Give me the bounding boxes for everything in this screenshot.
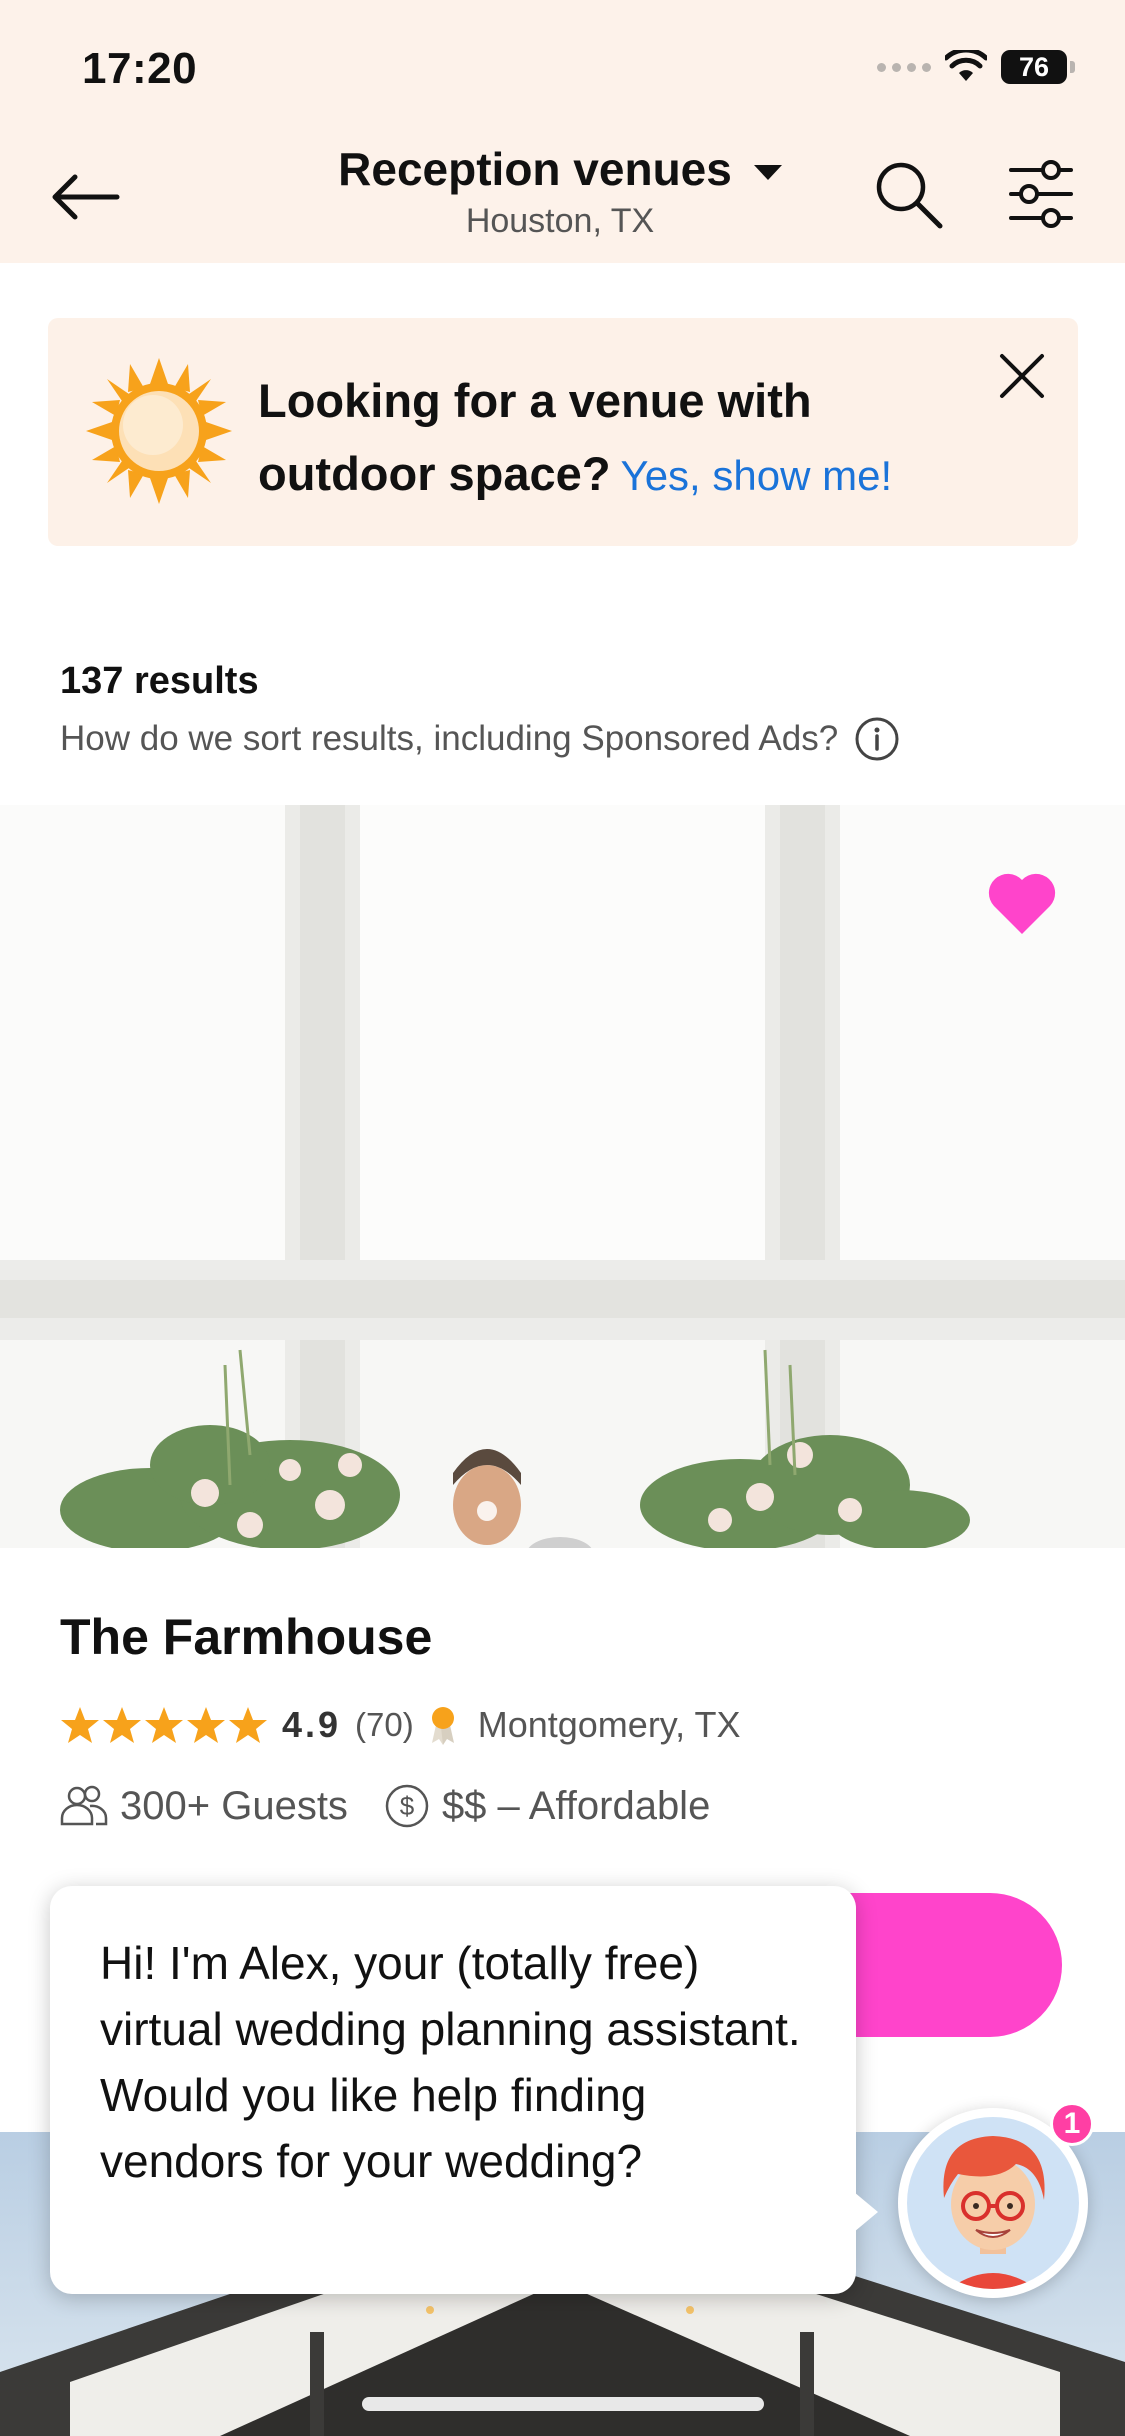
rating-value: 4.9 bbox=[282, 1704, 342, 1745]
sun-icon bbox=[86, 358, 232, 504]
star-icon bbox=[145, 1707, 183, 1743]
filter-sliders-icon[interactable] bbox=[1005, 156, 1077, 232]
rating-row: 4.9 (70) Montgomery, TX bbox=[60, 1700, 741, 1750]
page-title-dropdown[interactable]: Reception venues Houston, TX bbox=[290, 142, 830, 241]
show-outdoor-link[interactable]: Yes, show me! bbox=[621, 452, 893, 499]
search-icon[interactable] bbox=[872, 158, 944, 230]
banner-message: Looking for a venue with outdoor space? Y… bbox=[258, 364, 998, 512]
star-icon bbox=[61, 1707, 99, 1743]
page-title[interactable]: Reception venues bbox=[338, 142, 732, 196]
star-rating bbox=[60, 1705, 268, 1745]
notification-badge: 1 bbox=[1050, 2102, 1094, 2146]
battery-icon: 76 bbox=[1001, 50, 1067, 84]
chevron-down-icon[interactable] bbox=[753, 164, 782, 180]
star-icon bbox=[103, 1707, 141, 1743]
home-indicator bbox=[362, 2397, 764, 2411]
venue-meta-row: 300+ Guests $ $$ – Affordable bbox=[60, 1778, 710, 1834]
guest-capacity: 300+ Guests bbox=[120, 1783, 348, 1828]
outdoor-space-banner: Looking for a venue with outdoor space? Y… bbox=[48, 318, 1078, 546]
award-ribbon-icon bbox=[431, 1707, 454, 1745]
sort-info-text[interactable]: How do we sort results, including Sponso… bbox=[60, 719, 838, 759]
wifi-icon bbox=[945, 50, 987, 81]
top-bar: 17:20 76 Reception venues Houston, TX bbox=[0, 0, 1125, 263]
assistant-chat-bubble[interactable]: Hi! I'm Alex, your (totally free) virtua… bbox=[50, 1886, 878, 2294]
venue-photo-image bbox=[0, 805, 1125, 1548]
results-count: 137 results bbox=[60, 660, 259, 702]
review-count: (70) bbox=[355, 1706, 414, 1743]
location-subtitle: Houston, TX bbox=[465, 202, 655, 240]
star-icon bbox=[187, 1707, 225, 1743]
venue-photo[interactable] bbox=[0, 805, 1125, 1548]
close-icon[interactable] bbox=[994, 348, 1050, 404]
price-dollar-icon: $ bbox=[385, 1784, 429, 1828]
guests-icon bbox=[60, 1785, 108, 1826]
signal-icon bbox=[877, 62, 931, 72]
assistant-message: Hi! I'm Alex, your (totally free) virtua… bbox=[100, 1937, 801, 2187]
favorite-heart-icon[interactable] bbox=[986, 870, 1058, 936]
info-icon[interactable] bbox=[854, 716, 900, 762]
price-tier: $$ – Affordable bbox=[441, 1783, 711, 1828]
venue-location: Montgomery, TX bbox=[477, 1704, 741, 1745]
status-icons: 76 bbox=[877, 50, 1075, 84]
sort-info-row[interactable]: How do we sort results, including Sponso… bbox=[60, 716, 900, 762]
star-icon bbox=[229, 1707, 267, 1743]
status-time: 17:20 bbox=[82, 44, 198, 93]
svg-text:$: $ bbox=[400, 1791, 415, 1821]
back-arrow-icon[interactable] bbox=[45, 165, 125, 229]
venue-name[interactable]: The Farmhouse bbox=[60, 1608, 432, 1666]
